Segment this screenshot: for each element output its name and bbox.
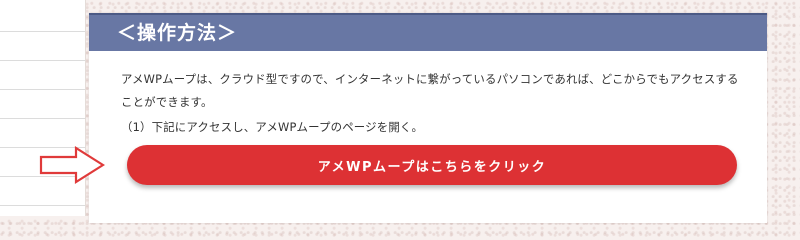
right-arrow-icon	[39, 146, 105, 184]
instructions-card: ＜操作方法＞ アメWPムープは、クラウド型ですので、インターネットに繋がっている…	[89, 13, 767, 223]
description-text: アメWPムープは、クラウド型ですので、インターネットに繋がっているパソコンであれ…	[121, 72, 739, 109]
cta-button-label: アメWPムープはこちらをクリック	[317, 159, 547, 175]
open-ame-wp-moop-button[interactable]: アメWPムープはこちらをクリック	[127, 145, 737, 185]
step-1-text: （1）下記にアクセスし、アメWPムープのページを開く。	[121, 120, 424, 134]
section-title: ＜操作方法＞	[89, 13, 767, 51]
